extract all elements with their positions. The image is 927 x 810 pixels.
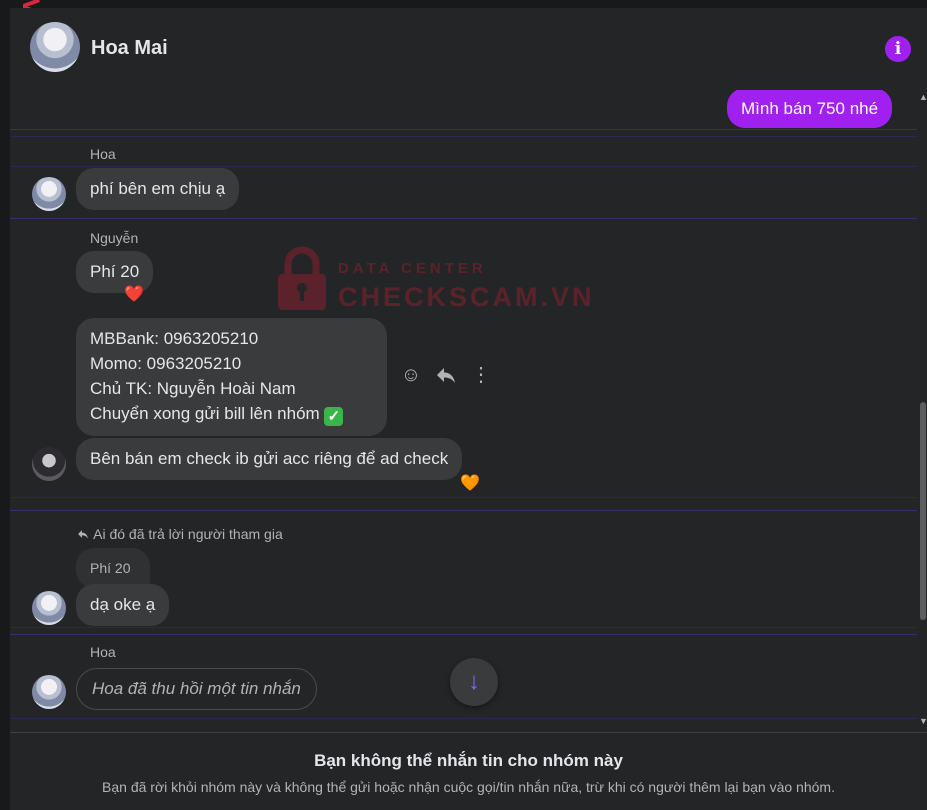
- my-message[interactable]: Mình bán 750 nhé: [727, 90, 893, 128]
- scroll-down-icon[interactable]: ▼: [919, 716, 927, 726]
- info-icon[interactable]: i: [885, 36, 911, 62]
- divider: [10, 510, 917, 511]
- sender-name: Nguyễn: [90, 230, 139, 246]
- avatar[interactable]: [32, 675, 66, 709]
- reply-arrow-shape: [437, 368, 455, 383]
- avatar[interactable]: [32, 177, 66, 211]
- message-bubble[interactable]: dạ oke ạ: [76, 584, 170, 626]
- recalled-message[interactable]: Hoa đã thu hồi một tin nhắn: [76, 668, 317, 710]
- window-left-edge: [0, 0, 10, 810]
- message-line: MBBank: 0963205210: [90, 329, 259, 348]
- payment-info-message[interactable]: MBBank: 0963205210 Momo: 0963205210 Chủ …: [76, 318, 387, 436]
- reaction-heart[interactable]: ❤️: [124, 286, 144, 304]
- notice-title: Bạn không thể nhắn tin cho nhóm này: [314, 751, 623, 770]
- message-list[interactable]: Mình bán 750 nhé Hoa phí bên em chịu ạ N…: [10, 90, 917, 730]
- message-line: Chuyển xong gửi bill lên nhóm ✓: [90, 401, 373, 426]
- divider: [10, 627, 917, 628]
- composer-disabled-notice: Bạn không thể nhắn tin cho nhóm này Bạn …: [10, 732, 927, 810]
- message-line: Momo: 0963205210: [90, 354, 242, 373]
- notice-subtitle: Bạn đã rời khỏi nhóm này và không thể gử…: [102, 779, 835, 795]
- message-bubble[interactable]: Bên bán em check ib gửi acc riêng để ad …: [76, 438, 463, 480]
- chat-title[interactable]: Hoa Mai: [91, 37, 168, 60]
- divider: [10, 634, 917, 635]
- divider: [10, 218, 917, 219]
- message-bubble[interactable]: phí bên em chịu ạ: [76, 168, 240, 210]
- group-avatar[interactable]: [30, 22, 80, 72]
- more-icon[interactable]: ⋮: [470, 364, 492, 386]
- reaction-heart[interactable]: 🧡: [460, 475, 480, 493]
- sender-name: Hoa: [90, 644, 116, 660]
- reply-icon: [78, 530, 88, 539]
- reply-note: Ai đó đã trả lời người tham gia: [76, 526, 283, 542]
- avatar[interactable]: [32, 447, 66, 481]
- message-line: Chủ TK: Nguyễn Hoài Nam: [90, 379, 296, 398]
- emoji-icon[interactable]: ☺: [400, 364, 422, 386]
- check-mark-icon: ✓: [324, 407, 344, 426]
- arrow-down-icon[interactable]: ↓: [450, 658, 498, 706]
- scrollbar-thumb[interactable]: [920, 402, 926, 620]
- chat-header: Hoa Mai i: [10, 8, 927, 90]
- divider: [10, 136, 917, 137]
- sender-name: Hoa: [90, 146, 116, 162]
- divider: [10, 166, 917, 167]
- reply-icon[interactable]: [435, 364, 457, 386]
- quoted-message[interactable]: Phí 20: [76, 548, 150, 588]
- scroll-up-icon[interactable]: ▲: [919, 92, 927, 102]
- divider: [10, 497, 917, 498]
- avatar[interactable]: [32, 591, 66, 625]
- divider: [10, 129, 917, 130]
- window-top-edge: [0, 0, 927, 8]
- divider: [10, 718, 917, 719]
